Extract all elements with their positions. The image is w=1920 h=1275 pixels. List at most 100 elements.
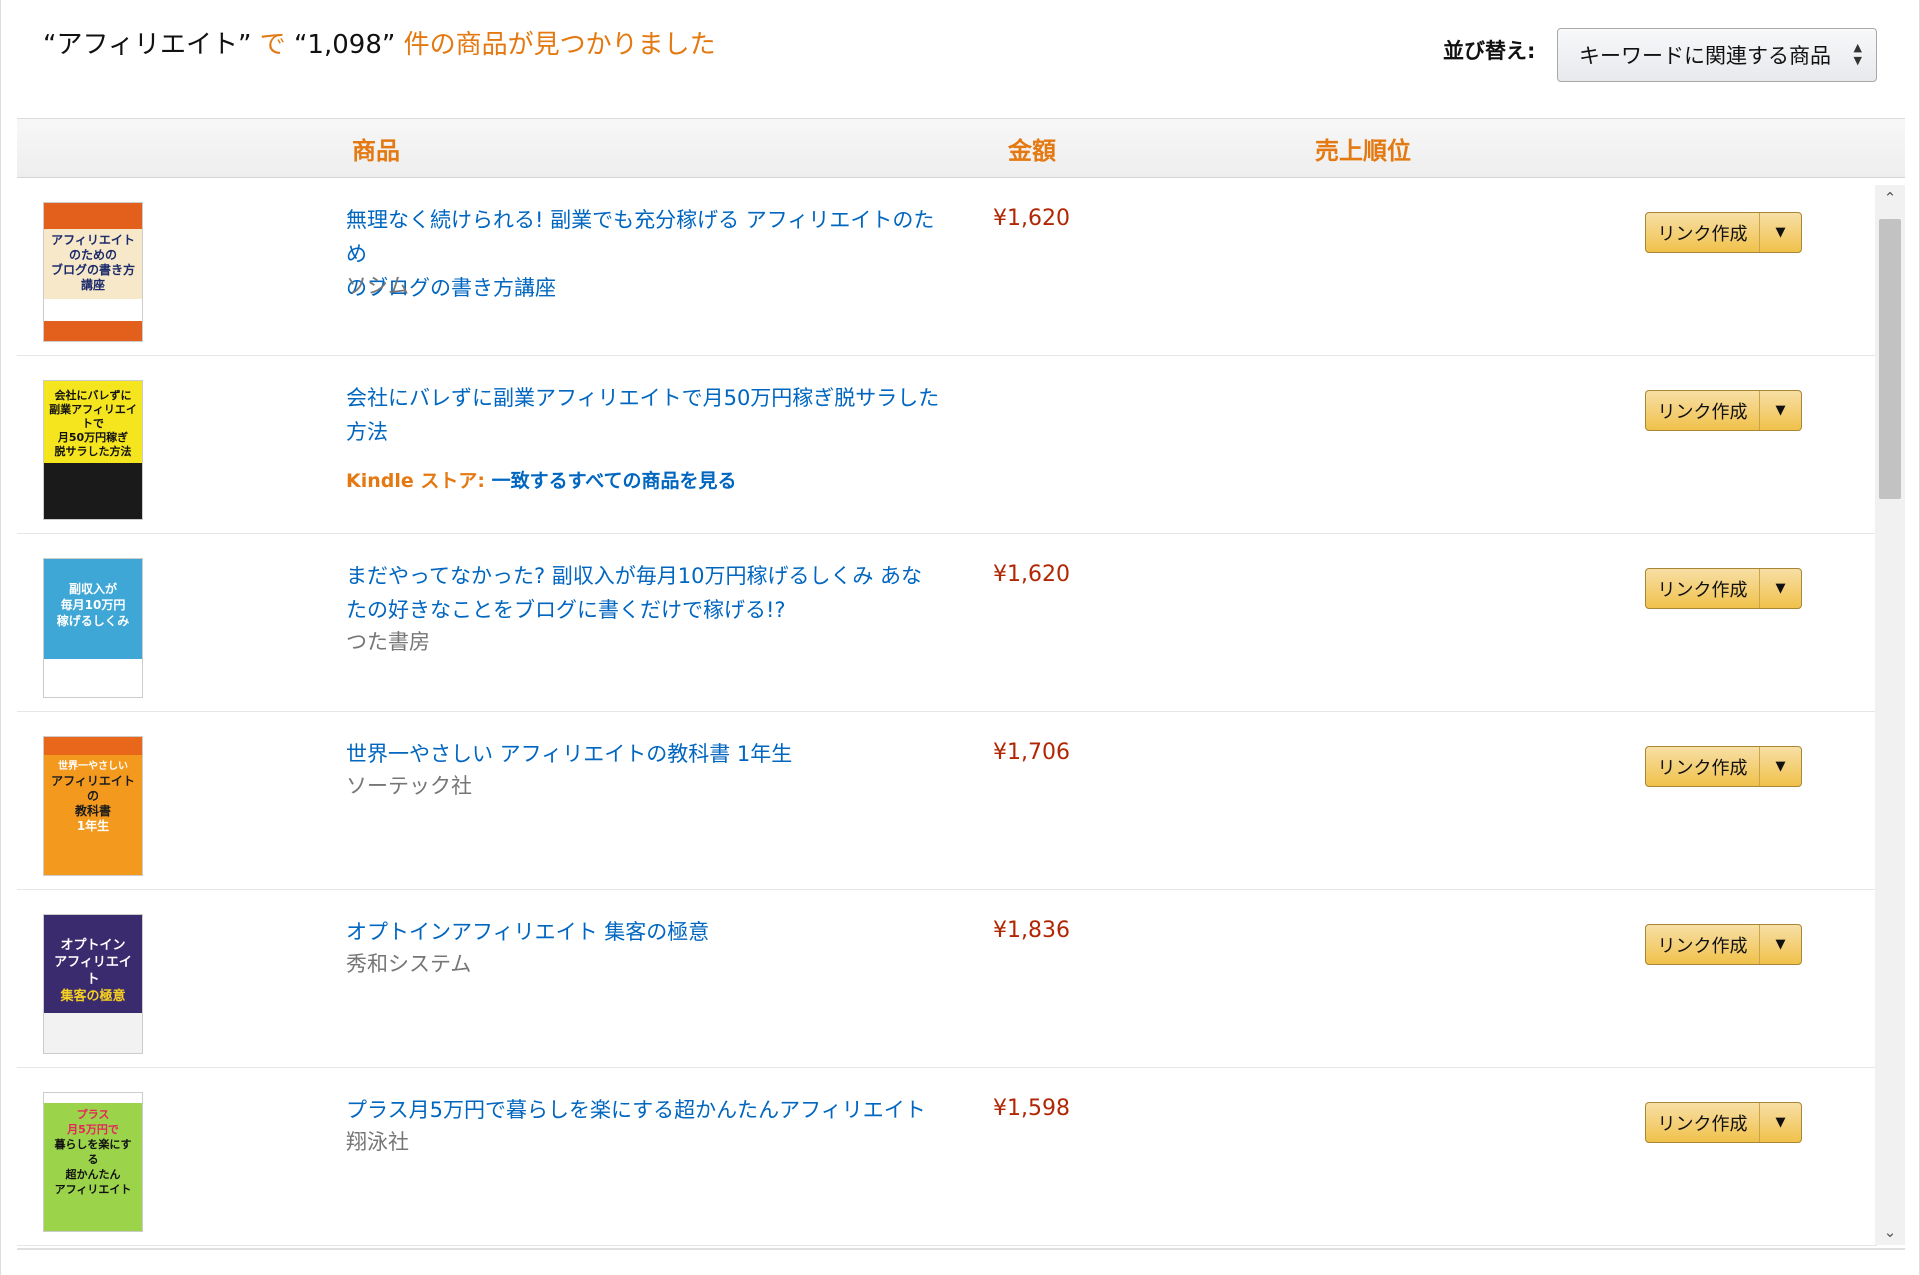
cover-text-line: ブログの書き方講座 [50, 263, 135, 292]
create-link-label: リンク作成 [1657, 223, 1748, 245]
create-link-label: リンク作成 [1657, 1113, 1748, 1135]
table-header: 商品 金額 売上順位 [17, 118, 1905, 178]
table-row: 会社にバレずに 副業アフィリエイトで 月50万円稼ぎ 脱サラした方法 会社にバレ… [17, 356, 1877, 534]
column-header-sales-rank: 売上順位 [1315, 137, 1411, 165]
dropdown-arrow-icon[interactable]: ▼ [1759, 213, 1801, 252]
sort-dropdown[interactable]: キーワードに関連する商品 ▲ ▼ [1557, 28, 1877, 82]
sort-selected-value: キーワードに関連する商品 [1579, 44, 1831, 68]
cover-text-line: アフィリエイト [51, 774, 135, 788]
product-publisher: 翔泳社 [346, 1130, 409, 1154]
cover-text-line: 月5万円で [67, 1123, 119, 1136]
cover-text-line: オプトイン [60, 938, 126, 953]
kindle-all-items-link[interactable]: 一致するすべての商品を見る [492, 470, 737, 492]
product-publisher: 秀和システム [346, 952, 472, 976]
product-title-line: 会社にバレずに副業アフィリエイトで月50万円稼ぎ脱サラした [346, 386, 940, 410]
vertical-scrollbar[interactable]: ⌃ ⌄ [1875, 185, 1905, 1245]
product-publisher: ソーテック社 [346, 774, 472, 798]
product-price: ¥1,620 [993, 562, 1070, 587]
scrollbar-thumb[interactable] [1879, 219, 1901, 499]
search-result-summary: “アフィリエイト” で “1,098” 件の商品が見つかりました [43, 26, 716, 64]
product-title-line: 無理なく続けられる! 副業でも充分稼げる アフィリエイトのため [346, 208, 935, 266]
table-row: オプトイン アフィリエイト 集客の極意 オプトインアフィリエイト 集客の極意 秀… [17, 890, 1877, 1068]
product-title-link[interactable]: まだやってなかった? 副収入が毎月10万円稼げるしくみ あな たの好きなことをブ… [346, 559, 946, 627]
product-price: ¥1,706 [993, 740, 1070, 765]
create-link-label: リンク作成 [1657, 935, 1748, 957]
product-title-line: オプトインアフィリエイト 集客の極意 [346, 920, 710, 944]
product-title-link[interactable]: 無理なく続けられる! 副業でも充分稼げる アフィリエイトのため のブログの書き方… [346, 203, 946, 305]
create-link-button[interactable]: リンク作成 ▼ [1645, 568, 1802, 609]
cover-text-line: 脱サラした方法 [54, 445, 132, 458]
product-title-line: 方法 [346, 420, 388, 444]
divider [17, 1248, 1905, 1250]
create-link-label: リンク作成 [1657, 401, 1748, 423]
product-title-link[interactable]: 会社にバレずに副業アフィリエイトで月50万円稼ぎ脱サラした 方法 [346, 381, 946, 449]
table-row: 副収入が 毎月10万円 稼げるしくみ まだやってなかった? 副収入が毎月10万円… [17, 534, 1877, 712]
product-title-line: まだやってなかった? 副収入が毎月10万円稼げるしくみ あな [346, 564, 923, 588]
product-title-line: プラス月5万円で暮らしを楽にする超かんたんアフィリエイト [346, 1098, 926, 1122]
book-cover-image[interactable]: プラス 月5万円で 暮らしを楽にする 超かんたん アフィリエイト [43, 1092, 143, 1232]
product-title-line: のブログの書き方講座 [346, 276, 556, 300]
cover-text-line: 副収入が [68, 582, 117, 596]
kindle-store-line: Kindle ストア: 一致するすべての商品を見る [346, 466, 737, 493]
dropdown-arrow-icon[interactable]: ▼ [1759, 391, 1801, 430]
cover-text-line: 暮らしを楽にする [54, 1138, 132, 1166]
dropdown-arrow-icon[interactable]: ▼ [1759, 747, 1801, 786]
search-de: で [251, 30, 294, 60]
cover-text-line: アフィリエイト [54, 955, 132, 987]
book-cover-image[interactable]: 副収入が 毎月10万円 稼げるしくみ [43, 558, 143, 698]
column-header-price: 金額 [1008, 137, 1056, 165]
cover-text-line: 副業アフィリエイトで [49, 403, 137, 430]
product-publisher: ソシム [346, 274, 409, 298]
cover-text-line: アフィリエイト [54, 1183, 132, 1196]
create-link-button[interactable]: リンク作成 ▼ [1645, 1102, 1802, 1143]
product-publisher: つた書房 [346, 630, 430, 654]
product-title-line: たの好きなことをブログに書くだけで稼げる!? [346, 598, 786, 622]
book-cover-image[interactable]: アフィリエイトのための ブログの書き方講座 [43, 202, 143, 342]
search-keyword: “アフィリエイト” [43, 30, 252, 60]
cover-text-line: 1年生 [76, 819, 110, 833]
column-header-product: 商品 [352, 137, 400, 165]
result-count: “1,098” [293, 30, 396, 60]
create-link-button[interactable]: リンク作成 ▼ [1645, 746, 1802, 787]
create-link-button[interactable]: リンク作成 ▼ [1645, 924, 1802, 965]
dropdown-arrow-icon[interactable]: ▼ [1759, 1103, 1801, 1142]
book-cover-image[interactable]: 世界一やさしい アフィリエイト の 教科書 1年生 [43, 736, 143, 876]
create-link-label: リンク作成 [1657, 579, 1748, 601]
cover-text-line: 超かんたん [65, 1168, 121, 1181]
cover-text-line: の [86, 789, 99, 803]
search-results-panel: “アフィリエイト” で “1,098” 件の商品が見つかりました 並び替え: キ… [0, 0, 1920, 1275]
sort-label: 並び替え: [1443, 39, 1536, 63]
cover-text-line: 会社にバレずに [54, 389, 132, 402]
cover-text-line: プラス [76, 1108, 110, 1121]
chevron-down-icon[interactable]: ⌄ [1875, 1219, 1905, 1245]
updown-arrows-icon: ▲ ▼ [1853, 41, 1862, 67]
product-price: ¥1,598 [993, 1096, 1070, 1121]
cover-text-line: 世界一やさしい [58, 761, 128, 772]
product-title-line: 世界一やさしい アフィリエイトの教科書 1年生 [346, 742, 793, 766]
chevron-up-icon[interactable]: ⌃ [1875, 185, 1905, 211]
cover-text-line: アフィリエイトのための [51, 233, 135, 262]
cover-text-line: 月50万円稼ぎ [57, 431, 129, 444]
dropdown-arrow-icon[interactable]: ▼ [1759, 925, 1801, 964]
cover-text-line: 毎月10万円 [60, 598, 126, 612]
book-cover-image[interactable]: 会社にバレずに 副業アフィリエイトで 月50万円稼ぎ 脱サラした方法 [43, 380, 143, 520]
product-title-link[interactable]: オプトインアフィリエイト 集客の極意 [346, 915, 946, 949]
cover-text-line: 稼げるしくみ [56, 614, 130, 628]
product-title-link[interactable]: 世界一やさしい アフィリエイトの教科書 1年生 [346, 737, 946, 771]
create-link-button[interactable]: リンク作成 ▼ [1645, 212, 1802, 253]
table-row: プラス 月5万円で 暮らしを楽にする 超かんたん アフィリエイト プラス月5万円… [17, 1068, 1877, 1246]
product-price: ¥1,836 [993, 918, 1070, 943]
table-row: 世界一やさしい アフィリエイト の 教科書 1年生 世界一やさしい アフィリエイ… [17, 712, 1877, 890]
cover-text-line: 教科書 [74, 804, 111, 818]
cover-text-line: 集客の極意 [60, 989, 126, 1004]
table-row: アフィリエイトのための ブログの書き方講座 無理なく続けられる! 副業でも充分稼… [17, 178, 1877, 356]
product-price: ¥1,620 [993, 206, 1070, 231]
dropdown-arrow-icon[interactable]: ▼ [1759, 569, 1801, 608]
result-suffix: 件の商品が見つかりました [395, 30, 716, 60]
create-link-button[interactable]: リンク作成 ▼ [1645, 390, 1802, 431]
create-link-label: リンク作成 [1657, 757, 1748, 779]
product-title-link[interactable]: プラス月5万円で暮らしを楽にする超かんたんアフィリエイト [346, 1093, 946, 1127]
product-list: アフィリエイトのための ブログの書き方講座 無理なく続けられる! 副業でも充分稼… [17, 178, 1905, 1248]
kindle-store-label: Kindle ストア: [346, 470, 485, 492]
book-cover-image[interactable]: オプトイン アフィリエイト 集客の極意 [43, 914, 143, 1054]
